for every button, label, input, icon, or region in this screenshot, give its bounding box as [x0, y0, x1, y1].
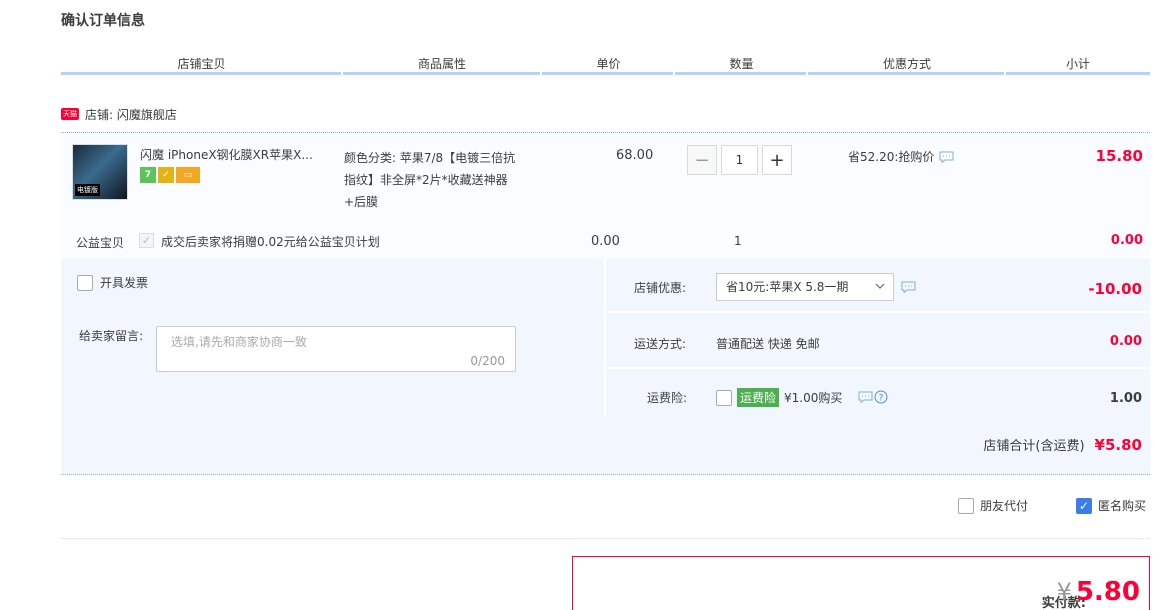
header-underline: [1006, 72, 1150, 75]
insurance-badge: 运费险: [737, 388, 780, 407]
sku-line: 颜色分类: 苹果7/8【电镀三倍抗: [344, 151, 516, 165]
chevron-down-icon: [875, 283, 885, 289]
tmall-icon: 天猫: [61, 108, 79, 120]
shop-total-label: 店铺合计(含运费): [983, 439, 1085, 454]
charity-price: 0.00: [591, 234, 620, 249]
column-header-subtotal: 小计: [1065, 57, 1090, 71]
payment-summary: 实付款: ¥5.80: [572, 556, 1150, 610]
help-icon[interactable]: ?: [874, 390, 888, 404]
currency-symbol: ¥: [1056, 578, 1072, 606]
quantity-increase-button[interactable]: +: [762, 145, 792, 175]
column-header-sku: 商品属性: [417, 57, 466, 71]
product-sku: 颜色分类: 苹果7/8【电镀三倍抗 指纹】非全屏*2片*收藏送神器 +后膜: [344, 147, 544, 213]
payment-amount: 5.80: [1075, 577, 1140, 607]
column-header: 店铺宝贝 商品属性 单价 数量 优惠方式 小计: [61, 54, 1150, 74]
quantity-decrease-button[interactable]: −: [687, 145, 717, 175]
insurance-checkbox[interactable]: [716, 390, 732, 406]
service-badges: 7 ✓ ▭: [140, 167, 200, 183]
shipping-amount: 0.00: [1109, 334, 1142, 349]
shipping-method: 普通配送 快递 免邮: [716, 337, 820, 351]
unit-price: 68.00: [616, 148, 654, 163]
column-header-price: 单价: [596, 57, 621, 71]
charity-checkbox: ✓: [139, 233, 154, 248]
order-extras-right: 店铺优惠: 省10元:苹果X 5.8一期 -10.00 运送方式: 普通配送 快…: [606, 259, 1150, 417]
order-item: 电镀版 闪魔 iPhoneX钢化膜XR苹果X... 7 ✓ ▭ 颜色分类: 苹果…: [61, 132, 1150, 259]
shop-discount-amount: -10.00: [1088, 280, 1142, 298]
page-title: 确认订单信息: [61, 13, 145, 29]
comment-icon[interactable]: [858, 391, 873, 403]
charity-subtotal: 0.00: [1110, 233, 1143, 248]
shipping-row: 运送方式: 普通配送 快递 免邮 0.00: [606, 315, 1150, 369]
credit-card-icon[interactable]: ▭: [176, 167, 200, 183]
header-underline: [675, 72, 806, 75]
thumbnail-tag: 电镀版: [75, 184, 100, 196]
sku-line: 指纹】非全屏*2片*收藏送神器: [344, 173, 508, 187]
header-underline: [542, 72, 673, 75]
invoice-checkbox[interactable]: [77, 274, 93, 291]
anonymous-purchase-option[interactable]: ✓ 匿名购买: [1076, 497, 1146, 514]
shop-discount-selected: 省10元:苹果X 5.8一期: [726, 280, 849, 294]
message-label: 给卖家留言:: [79, 329, 144, 343]
column-header-item: 店铺宝贝: [177, 57, 226, 71]
payment-amount-wrap: ¥5.80: [1057, 577, 1140, 607]
charity-label: 公益宝贝: [76, 236, 125, 250]
friend-pay-checkbox[interactable]: [958, 497, 974, 514]
insurance-label: 运费险:: [647, 391, 688, 405]
order-extras-panel: 开具发票 给卖家留言: 选填,请先和商家协商一致 0/200 店铺优惠: 省10…: [61, 259, 1150, 475]
item-subtotal: 15.80: [1095, 147, 1143, 165]
seven-day-return-icon[interactable]: 7: [140, 167, 156, 183]
invoice-option[interactable]: 开具发票: [77, 274, 148, 291]
product-thumbnail[interactable]: 电镀版: [72, 144, 128, 200]
charity-text: 成交后卖家将捐赠0.02元给公益宝贝计划: [161, 235, 380, 249]
comment-icon[interactable]: [901, 281, 916, 293]
header-underline: [343, 72, 540, 75]
column-header-promo: 优惠方式: [882, 57, 931, 71]
product-title[interactable]: 闪魔 iPhoneX钢化膜XR苹果X...: [140, 146, 335, 163]
shop-discount-label: 店铺优惠:: [634, 281, 687, 295]
invoice-label: 开具发票: [100, 276, 149, 290]
insurance-price: ¥1.00购买: [784, 391, 843, 405]
quantity-stepper: − 1 +: [687, 145, 792, 175]
message-counter: 0/200: [470, 354, 505, 368]
shop-name[interactable]: 店铺: 闪魔旗舰店: [85, 106, 177, 123]
header-underline: [61, 72, 341, 75]
divider: [61, 538, 1150, 539]
shop-row: 天猫 店铺: 闪魔旗舰店: [61, 105, 177, 123]
insurance-row: 运费险: 运费险 ¥1.00购买 ? 1.00: [606, 371, 1150, 417]
friend-pay-label: 朋友代付: [980, 499, 1029, 513]
guarantee-icon[interactable]: ✓: [158, 167, 174, 183]
shipping-label: 运送方式:: [634, 337, 687, 351]
quantity-input[interactable]: 1: [721, 145, 758, 175]
promo-info: 省52.20:抢购价: [848, 148, 954, 165]
anonymous-purchase-label: 匿名购买: [1098, 499, 1147, 513]
friend-pay-option[interactable]: 朋友代付: [958, 497, 1028, 514]
insurance-amount: 1.00: [1109, 391, 1142, 406]
anonymous-purchase-checkbox[interactable]: ✓: [1076, 497, 1092, 514]
order-extras-left: 开具发票 给卖家留言: 选填,请先和商家协商一致 0/200: [61, 259, 604, 417]
shop-total-amount: ¥5.80: [1094, 435, 1142, 454]
column-header-qty: 数量: [729, 57, 754, 71]
charity-qty: 1: [734, 234, 742, 248]
shop-discount-select[interactable]: 省10元:苹果X 5.8一期: [716, 273, 894, 301]
shop-discount-row: 店铺优惠: 省10元:苹果X 5.8一期 -10.00: [606, 259, 1150, 313]
header-underline: [808, 72, 1004, 75]
promo-text: 省52.20:抢购价: [848, 150, 935, 164]
svg-text:?: ?: [879, 394, 884, 404]
message-input[interactable]: 选填,请先和商家协商一致 0/200: [156, 326, 516, 372]
shop-total: 店铺合计(含运费) ¥5.80: [983, 435, 1142, 455]
message-placeholder: 选填,请先和商家协商一致: [171, 335, 307, 349]
sku-line: +后膜: [344, 195, 379, 209]
comment-icon[interactable]: [939, 151, 954, 163]
